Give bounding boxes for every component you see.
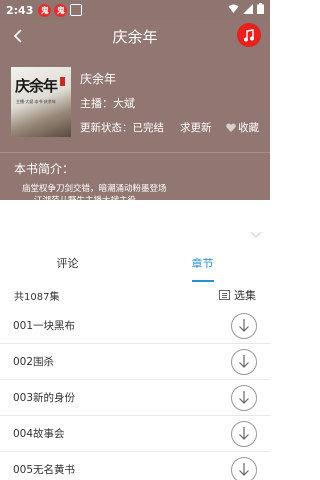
episode-item[interactable]: 003新的身份 — [0, 380, 270, 416]
battery-icon — [257, 3, 264, 17]
tab-bar: 评论 章节 — [0, 244, 270, 282]
notification-icon: 鬼 — [38, 3, 52, 17]
cover-seal — [60, 77, 65, 86]
music-note-icon — [244, 28, 254, 41]
episode-list: 001一块黑布 002围杀 003新的身份 004故事会 005无名黄书 — [0, 308, 270, 480]
episode-item[interactable]: 005无名黄书 — [0, 452, 270, 480]
collect-label: 收藏 — [238, 122, 259, 134]
episode-title: 005无名黄书 — [13, 464, 76, 476]
book-cover[interactable]: 庆余年 主播·大斌 本书·庆余年 — [11, 67, 71, 137]
narrator: 主播：大斌 — [80, 97, 135, 110]
back-arrow-icon — [13, 29, 22, 43]
cover-title: 庆余年 — [15, 77, 58, 95]
episode-item[interactable]: 002围杀 — [0, 344, 270, 380]
book-name: 庆余年 — [80, 72, 117, 86]
intro-line: 庙堂权争刀剑交错，暗潮涌动粉墨登场 — [22, 184, 167, 194]
tab-label: 章节 — [191, 257, 214, 270]
episode-item[interactable]: 004故事会 — [0, 416, 270, 452]
request-update-button[interactable]: 求更新 — [180, 120, 212, 135]
episode-item[interactable]: 001一块黑布 — [0, 308, 270, 344]
page-title: 庆余年 — [112, 27, 158, 46]
update-status: 更新状态：已完结 — [80, 122, 164, 134]
download-button[interactable] — [231, 420, 257, 447]
download-arrow-icon — [239, 319, 249, 332]
download-button[interactable] — [231, 456, 257, 480]
intro-line: 最具江湖味的《庆余年》... — [34, 208, 136, 218]
download-arrow-icon — [239, 463, 249, 476]
heart-icon — [226, 123, 236, 132]
tab-chapters[interactable]: 章节 — [135, 244, 270, 282]
episode-title: 002围杀 — [13, 356, 55, 368]
wifi-icon — [228, 4, 239, 17]
tab-comments[interactable]: 评论 — [0, 244, 135, 282]
music-player-button[interactable] — [237, 23, 261, 47]
intro-text[interactable]: 庙堂权争刀剑交错，暗潮涌动粉墨登场 江湖范儿野生主播大斌主役 最具江湖味的《庆余… — [22, 183, 252, 219]
episode-title: 004故事会 — [13, 428, 65, 440]
episode-count-row: 共1087集 选集 — [0, 282, 270, 308]
collect-button[interactable]: 收藏 — [226, 120, 259, 135]
notification-icon: 鬼 — [54, 3, 68, 17]
intro-label: 本书简介： — [14, 162, 75, 176]
status-bar: 2:43 鬼 鬼 — [0, 0, 270, 20]
download-arrow-icon — [239, 427, 249, 440]
expand-chevron-icon[interactable] — [250, 223, 262, 242]
intro-line: 江湖范儿野生主播大斌主役 — [34, 196, 137, 206]
header-divider — [0, 152, 270, 153]
list-icon — [219, 290, 230, 300]
select-episodes-button[interactable]: 选集 — [219, 287, 256, 303]
title-bar: 庆余年 — [0, 20, 270, 52]
download-button[interactable] — [231, 348, 257, 375]
status-time: 2:43 — [6, 3, 34, 17]
signal-icon — [243, 3, 253, 17]
episode-title: 003新的身份 — [13, 392, 76, 404]
back-button[interactable] — [8, 25, 28, 47]
download-arrow-icon — [239, 391, 249, 404]
app-notification-icon — [70, 4, 83, 16]
download-button[interactable] — [231, 312, 257, 339]
select-label: 选集 — [234, 289, 256, 302]
tab-label: 评论 — [56, 257, 79, 270]
download-arrow-icon — [239, 355, 249, 368]
book-header: 庆余年 庆余年 主播·大斌 本书·庆余年 庆余年 主播：大斌 更新状态：已完结 … — [0, 20, 270, 218]
download-button[interactable] — [231, 384, 257, 411]
cover-subtitle: 主播·大斌 本书·庆余年 — [16, 99, 56, 104]
episode-title: 001一块黑布 — [13, 320, 76, 332]
episode-count: 共1087集 — [14, 291, 60, 303]
